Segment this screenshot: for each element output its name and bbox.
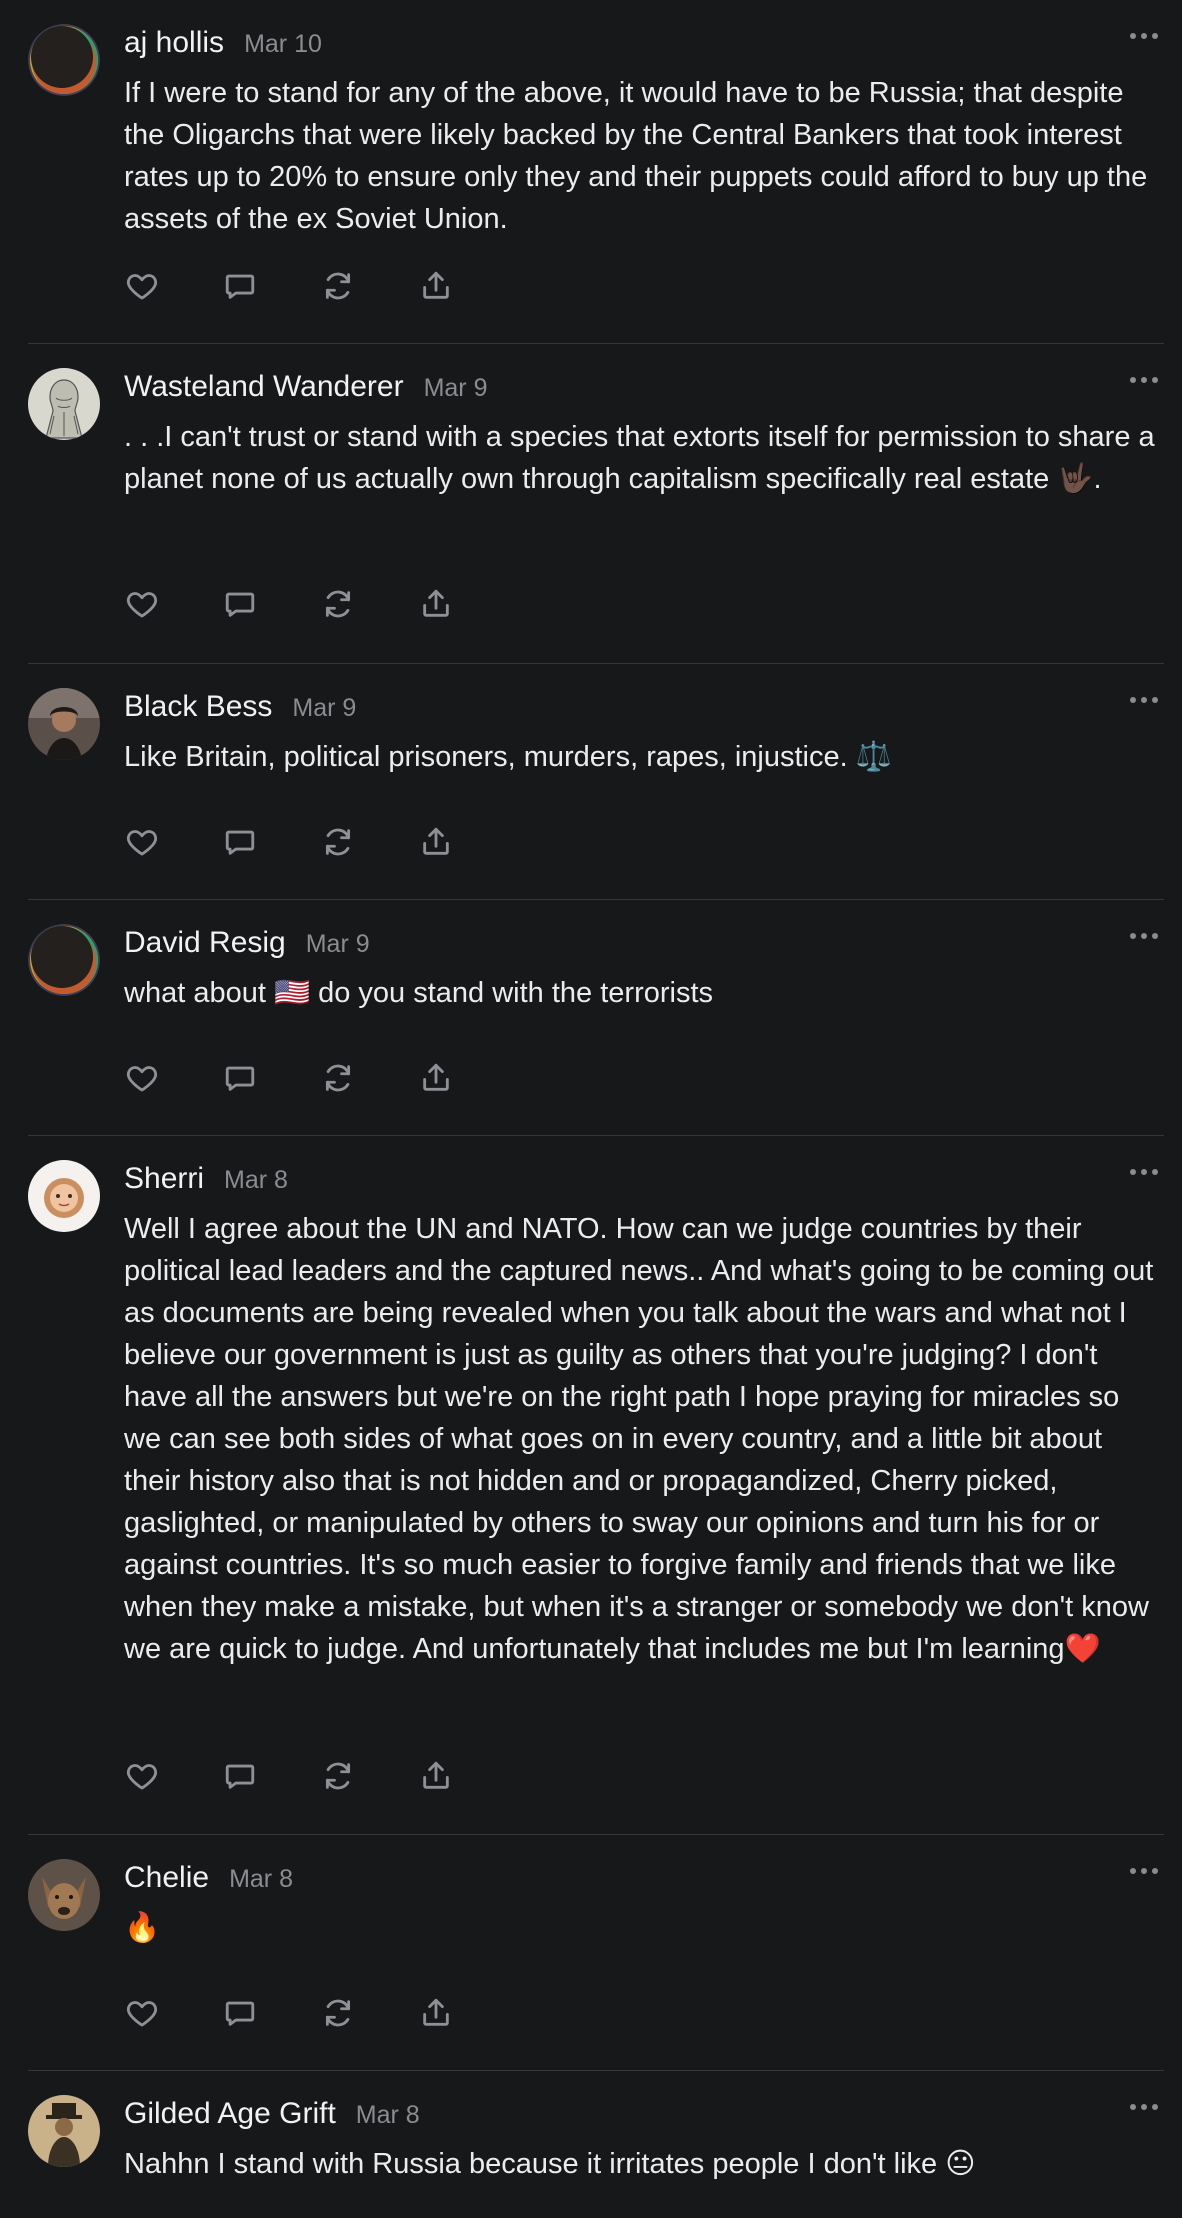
action-bar	[124, 1995, 454, 2031]
action-bar	[124, 1758, 454, 1794]
more-options-icon[interactable]	[1130, 692, 1158, 708]
avatar[interactable]	[28, 1859, 100, 1931]
more-options-icon[interactable]	[1130, 372, 1158, 388]
restack-icon[interactable]	[320, 1995, 356, 2031]
author-name[interactable]: Black Bess	[124, 690, 272, 724]
comment-date[interactable]: Mar 9	[424, 374, 488, 403]
like-icon[interactable]	[124, 1758, 160, 1794]
author-name[interactable]: Sherri	[124, 1162, 204, 1196]
like-icon[interactable]	[124, 586, 160, 622]
more-options-icon[interactable]	[1130, 1164, 1158, 1180]
comment-text: Well I agree about the UN and NATO. How …	[124, 1213, 1162, 1665]
comment-text: . . .I can't trust or stand with a speci…	[124, 421, 1163, 495]
comment: Gilded Age Grift Mar 8 Nahhn I stand wit…	[28, 2071, 1164, 2218]
comment-header: Sherri Mar 8	[124, 1162, 288, 1196]
author-name[interactable]: Wasteland Wanderer	[124, 370, 404, 404]
reply-icon[interactable]	[222, 268, 258, 304]
more-options-icon[interactable]	[1130, 28, 1158, 44]
comment-text: Nahhn I stand with Russia because it irr…	[124, 2148, 976, 2180]
restack-icon[interactable]	[320, 268, 356, 304]
share-icon[interactable]	[418, 824, 454, 860]
comment-feed: aj hollis Mar 10 If I were to stand for …	[0, 0, 1182, 2218]
comment-text: 🔥	[124, 1912, 161, 1944]
comment-header: Gilded Age Grift Mar 8	[124, 2097, 420, 2131]
restack-icon[interactable]	[320, 824, 356, 860]
sketch-avatar-icon	[28, 368, 100, 440]
comment-text: Like Britain, political prisoners, murde…	[124, 741, 892, 773]
more-options-icon[interactable]	[1130, 2099, 1158, 2115]
like-icon[interactable]	[124, 824, 160, 860]
comment-text: what about 🇺🇸 do you stand with the terr…	[124, 977, 714, 1009]
action-bar	[124, 1060, 454, 1096]
share-icon[interactable]	[418, 586, 454, 622]
photo-avatar-icon	[28, 688, 100, 760]
comment-header: aj hollis Mar 10	[124, 26, 322, 60]
action-bar	[124, 824, 454, 860]
share-icon[interactable]	[418, 1995, 454, 2031]
reply-icon[interactable]	[222, 586, 258, 622]
ring-avatar-icon	[28, 24, 100, 96]
comment-date[interactable]: Mar 8	[229, 1865, 293, 1894]
like-icon[interactable]	[124, 268, 160, 304]
restack-icon[interactable]	[320, 1758, 356, 1794]
restack-icon[interactable]	[320, 1060, 356, 1096]
comment-text: If I were to stand for any of the above,…	[124, 77, 1156, 235]
comment-date[interactable]: Mar 10	[244, 30, 322, 59]
comment-date[interactable]: Mar 8	[224, 1166, 288, 1195]
action-bar	[124, 586, 454, 622]
author-name[interactable]: Gilded Age Grift	[124, 2097, 336, 2131]
avatar[interactable]	[28, 24, 100, 96]
comment-header: Black Bess Mar 9	[124, 690, 356, 724]
avatar[interactable]	[28, 688, 100, 760]
like-icon[interactable]	[124, 1995, 160, 2031]
avatar[interactable]	[28, 368, 100, 440]
more-options-icon[interactable]	[1130, 928, 1158, 944]
comment-header: Wasteland Wanderer Mar 9	[124, 370, 487, 404]
comment-date[interactable]: Mar 9	[306, 930, 370, 959]
memoji-avatar-icon	[28, 1160, 100, 1232]
action-bar	[124, 268, 454, 304]
share-icon[interactable]	[418, 1060, 454, 1096]
share-icon[interactable]	[418, 1758, 454, 1794]
avatar[interactable]	[28, 1160, 100, 1232]
comment: aj hollis Mar 10 If I were to stand for …	[28, 0, 1164, 344]
ring-avatar-icon	[28, 924, 100, 996]
comment-date[interactable]: Mar 9	[292, 694, 356, 723]
portrait-avatar-icon	[28, 2095, 100, 2167]
restack-icon[interactable]	[320, 586, 356, 622]
more-options-icon[interactable]	[1130, 1863, 1158, 1879]
reply-icon[interactable]	[222, 1995, 258, 2031]
comment-header: Chelie Mar 8	[124, 1861, 293, 1895]
avatar[interactable]	[28, 924, 100, 996]
comment: David Resig Mar 9 what about 🇺🇸 do you s…	[28, 900, 1164, 1136]
comment: Chelie Mar 8 🔥	[28, 1835, 1164, 2071]
comment: Wasteland Wanderer Mar 9 . . .I can't tr…	[28, 344, 1164, 664]
author-name[interactable]: David Resig	[124, 926, 286, 960]
author-name[interactable]: Chelie	[124, 1861, 209, 1895]
dog-avatar-icon	[28, 1859, 100, 1931]
comment-header: David Resig Mar 9	[124, 926, 370, 960]
reply-icon[interactable]	[222, 1060, 258, 1096]
like-icon[interactable]	[124, 1060, 160, 1096]
avatar[interactable]	[28, 2095, 100, 2167]
share-icon[interactable]	[418, 268, 454, 304]
comment-date[interactable]: Mar 8	[356, 2101, 420, 2130]
reply-icon[interactable]	[222, 824, 258, 860]
comment: Sherri Mar 8 Well I agree about the UN a…	[28, 1136, 1164, 1835]
author-name[interactable]: aj hollis	[124, 26, 224, 60]
reply-icon[interactable]	[222, 1758, 258, 1794]
comment: Black Bess Mar 9 Like Britain, political…	[28, 664, 1164, 900]
